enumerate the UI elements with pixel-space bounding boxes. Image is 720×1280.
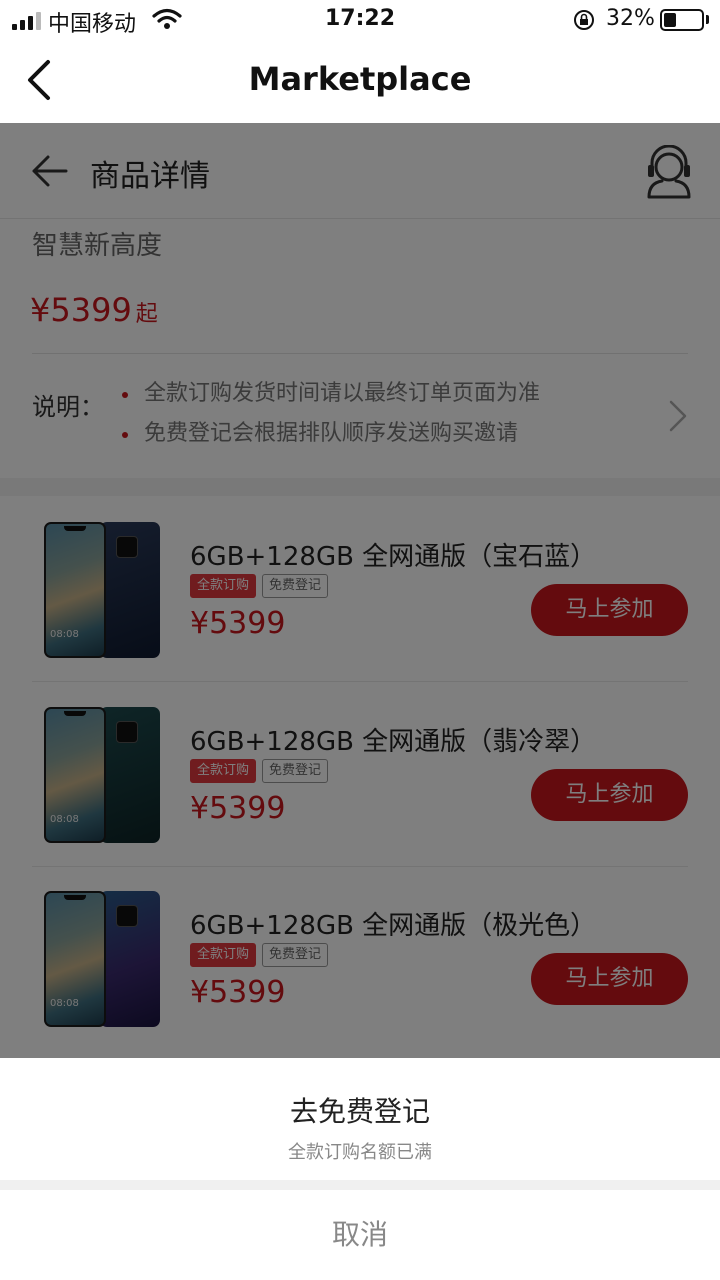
rotation-lock-icon <box>572 8 596 36</box>
cancel-button[interactable]: 取消 <box>0 1190 720 1280</box>
top-navigation-bar: Marketplace <box>0 40 720 123</box>
free-register-option-label: 去免费登记 <box>289 1095 430 1128</box>
page-title: Marketplace <box>248 60 472 98</box>
status-bar: 中国移动 17:22 32% <box>0 0 720 40</box>
sheet-separator <box>0 1180 720 1190</box>
action-sheet: 去免费登记 全款订购名额已满 取消 <box>0 1058 720 1280</box>
battery-tip <box>706 15 709 24</box>
battery-percent: 32% <box>606 6 655 31</box>
free-register-option-subtitle: 全款订购名额已满 <box>288 1142 432 1163</box>
battery-icon <box>660 9 704 31</box>
free-register-option[interactable]: 去免费登记 全款订购名额已满 <box>0 1058 720 1180</box>
